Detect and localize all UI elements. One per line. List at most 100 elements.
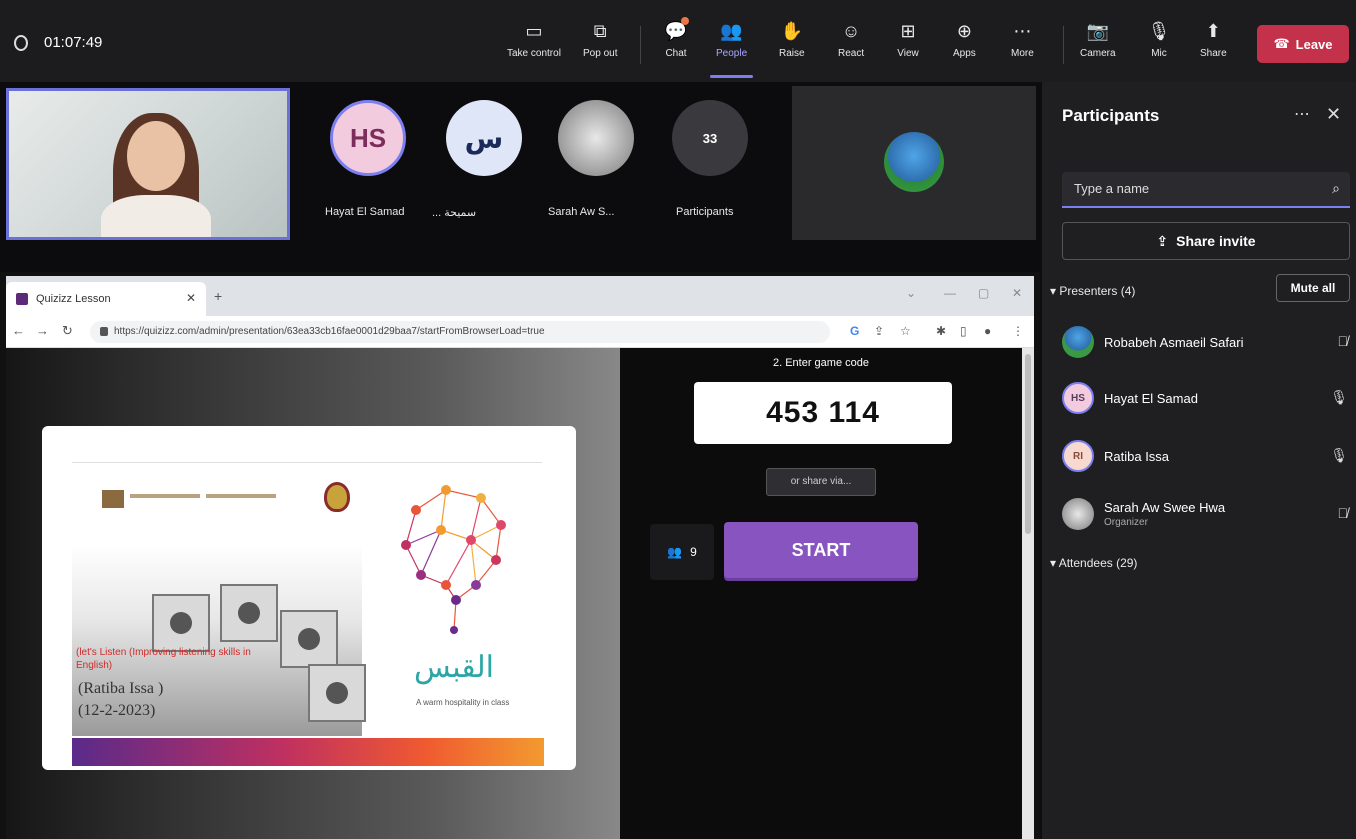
logo-block — [102, 490, 124, 508]
share-invite-button[interactable]: ⇪ Share invite — [1062, 222, 1350, 260]
close-tab-icon[interactable]: ✕ — [186, 291, 196, 305]
lesson-date: (12-2-2023) — [78, 702, 156, 719]
search-input[interactable] — [1074, 181, 1314, 196]
participant-row[interactable]: RI Ratiba Issa 🎙 — [1062, 436, 1350, 476]
teacher-name: (Ratiba Issa ) — [78, 680, 164, 697]
scrollbar[interactable] — [1022, 348, 1034, 839]
reload-icon[interactable]: ↻ — [62, 323, 73, 339]
participant-row[interactable]: Robabeh Asmaeil Safari 🎙̸ — [1062, 322, 1350, 362]
participant-role: Organizer — [1104, 517, 1148, 528]
sidepanel-icon[interactable]: ▯ — [960, 324, 967, 338]
speaker-video[interactable] — [6, 88, 290, 240]
more-button[interactable]: ⋯ More — [1011, 20, 1034, 59]
brain-network-graphic — [401, 485, 506, 634]
url-field[interactable]: https://quizizz.com/admin/presentation/6… — [90, 321, 830, 343]
cube-window — [238, 602, 260, 624]
share-screen-icon: ⬆ — [1205, 21, 1221, 41]
take-control-button[interactable]: ▭ Take control — [507, 20, 561, 59]
participant-search[interactable]: ⌕ — [1062, 172, 1350, 208]
menu-icon[interactable]: ⋮ — [1012, 324, 1024, 338]
participant-avatar[interactable] — [558, 100, 634, 176]
participant-row[interactable]: HS Hayat El Samad 🎙 — [1062, 378, 1350, 418]
grid-icon: ⊞ — [900, 21, 916, 41]
browser-tabbar: Quizizz Lesson ✕ + ⌄ — ▢ ✕ — [6, 276, 1034, 316]
globe-avatar — [884, 132, 944, 192]
apps-icon: ⊕ — [956, 21, 972, 41]
participant-row[interactable]: Sarah Aw Swee Hwa Organizer 🎙̸ — [1062, 494, 1350, 534]
share-page-icon[interactable]: ⇪ — [874, 324, 884, 338]
raise-hand-button[interactable]: ✋ Raise — [779, 20, 805, 59]
participant-avatar — [1062, 326, 1094, 358]
star-icon[interactable]: ☆ — [900, 324, 911, 338]
react-button[interactable]: ☺ React — [838, 20, 864, 59]
profile-icon[interactable]: ● — [984, 324, 991, 338]
share-via-button[interactable]: or share via... — [766, 468, 876, 496]
view-button[interactable]: ⊞ View — [897, 20, 919, 59]
meeting-timer: 01:07:49 — [44, 34, 103, 51]
overflow-participants[interactable]: 33 — [672, 100, 748, 176]
close-icon[interactable]: ✕ — [1326, 104, 1341, 125]
participant-avatar — [1062, 498, 1094, 530]
search-icon: ⌕ — [1332, 180, 1340, 196]
panel-title: Participants — [1062, 106, 1160, 125]
attendees-section-toggle[interactable]: ▾ Attendees (29) — [1050, 556, 1137, 570]
share-button[interactable]: ⬆ Share — [1200, 20, 1227, 59]
camera-button[interactable]: 📷 Camera — [1080, 20, 1116, 59]
toolbar-divider — [1063, 26, 1064, 64]
speaker-torso — [101, 195, 211, 237]
mic-off-icon: 🎙̸ — [1337, 333, 1349, 349]
video-row: HS Hayat El Samad س ... سميحة Sarah Aw S… — [0, 82, 1040, 272]
players-icon: 👥 — [667, 545, 683, 559]
logo-text — [130, 494, 200, 498]
people-button[interactable]: 👥 People — [710, 20, 754, 78]
extensions-icon[interactable]: ✱ — [936, 324, 946, 338]
close-window-icon[interactable]: ✕ — [1012, 286, 1022, 300]
building-cube — [308, 664, 366, 722]
forward-icon[interactable]: → — [36, 323, 49, 338]
minimize-icon[interactable]: — — [944, 286, 956, 300]
presenters-section-toggle[interactable]: ▾ Presenters (4) — [1050, 284, 1135, 298]
participant-name: Sarah Aw Swee Hwa — [1104, 500, 1226, 515]
lesson-title: (let's Listen (Improving listening skill… — [76, 647, 251, 671]
quizizz-content: القبس A warm hospitality in class (let's… — [6, 348, 1022, 839]
pop-out-button[interactable]: ⧉ Pop out — [583, 20, 617, 59]
participants-label: Participants — [676, 206, 734, 218]
slide-divider — [72, 462, 542, 463]
back-icon[interactable]: ← — [12, 323, 25, 338]
chevron-down-icon: ▾ — [1050, 284, 1057, 298]
address-bar: ← → ↻ https://quizizz.com/admin/presenta… — [6, 316, 1034, 348]
share-icon: ⇪ — [1156, 232, 1169, 249]
participant-avatar[interactable]: HS — [330, 100, 406, 176]
more-options-icon[interactable]: ⋯ — [1294, 104, 1310, 124]
participant-avatar[interactable]: س — [446, 100, 522, 176]
logo-text — [206, 494, 276, 498]
step-label: 2. Enter game code — [772, 357, 869, 369]
mic-icon: 🎙 — [1330, 447, 1348, 463]
google-icon[interactable]: G — [850, 324, 859, 338]
game-code[interactable]: 453 114 — [694, 382, 952, 444]
more-icon: ⋯ — [1013, 21, 1032, 41]
gradient-bar — [72, 738, 544, 766]
lock-icon — [100, 327, 108, 336]
brand-arabic: القبس — [414, 650, 494, 685]
start-button[interactable]: START — [724, 522, 918, 578]
chevron-down-icon[interactable]: ⌄ — [906, 286, 916, 300]
people-icon: 👥 — [720, 21, 743, 41]
participant-info: Sarah Aw Swee Hwa Organizer — [1094, 500, 1225, 528]
meeting-info: 01:07:49 — [14, 34, 102, 51]
participant-name: ... سميحة — [432, 207, 477, 219]
chat-icon: 💬 — [665, 17, 689, 42]
scrollbar-thumb[interactable] — [1025, 354, 1031, 534]
maximize-icon[interactable]: ▢ — [978, 286, 989, 300]
browser-tab[interactable]: Quizizz Lesson ✕ — [6, 282, 206, 316]
participant-tile[interactable] — [792, 86, 1036, 240]
apps-button[interactable]: ⊕ Apps — [953, 20, 976, 59]
chat-button[interactable]: 💬 Chat — [665, 17, 689, 59]
phone-hangup-icon: ☎ — [1273, 36, 1290, 51]
leave-button[interactable]: ☎ Leave — [1257, 25, 1349, 63]
speaker-face — [127, 121, 185, 191]
mute-all-button[interactable]: Mute all — [1276, 274, 1350, 302]
players-count: 👥 9 — [650, 524, 714, 580]
mic-button[interactable]: 🎙 Mic — [1148, 20, 1171, 59]
new-tab-icon[interactable]: + — [214, 288, 222, 304]
